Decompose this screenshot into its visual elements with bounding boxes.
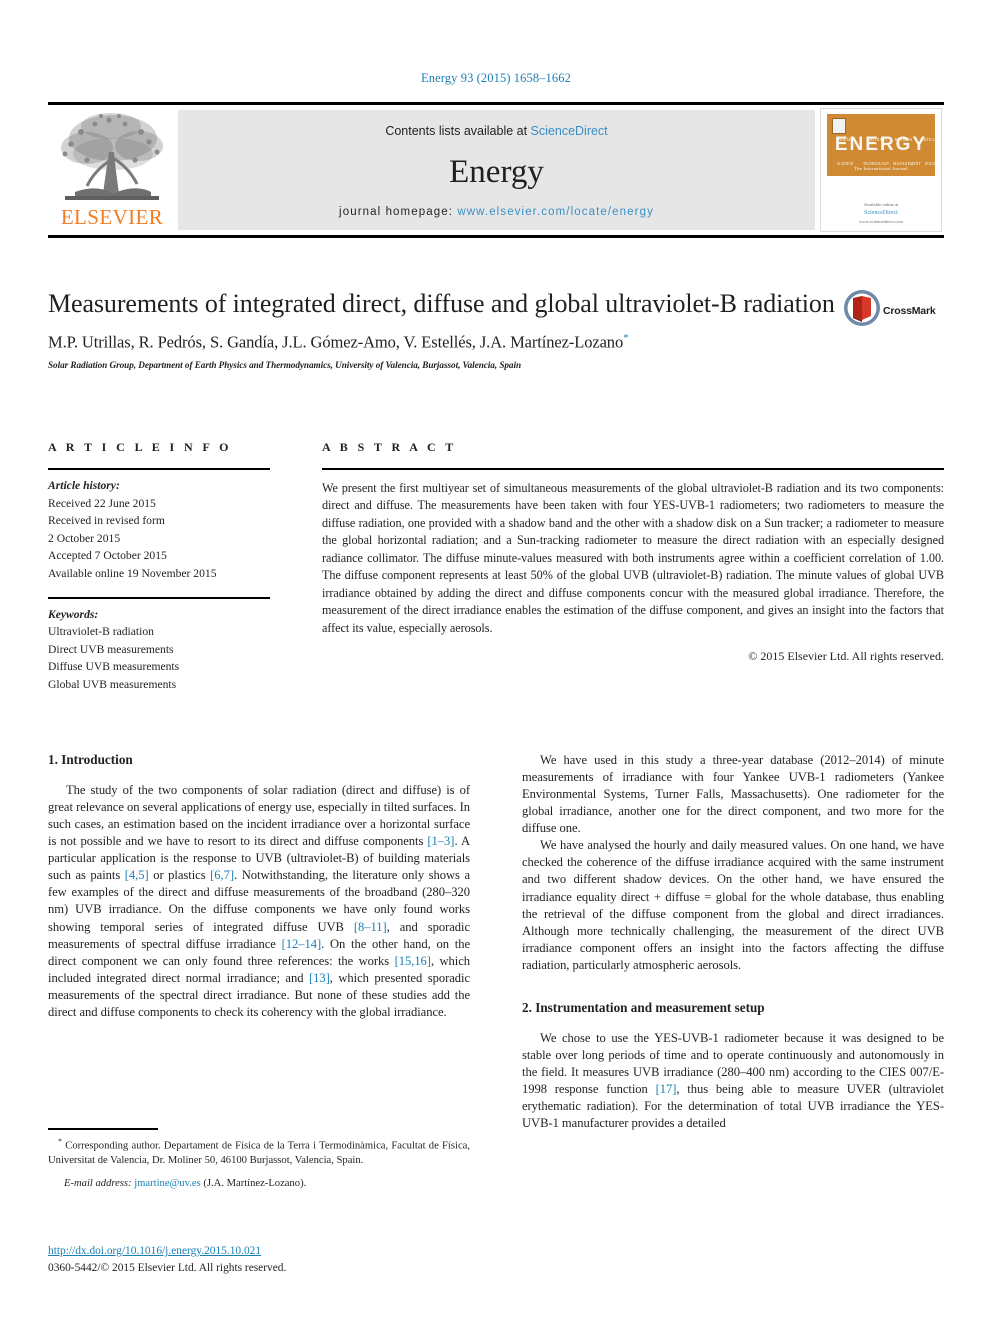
keywords-block: Keywords: Ultraviolet-B radiation Direct…: [48, 599, 270, 694]
section-heading-introduction: 1. Introduction: [48, 752, 133, 767]
right-paragraph-2: We have analysed the hourly and daily me…: [522, 838, 944, 972]
email-note: E-mail address: jmartine@uv.es (J.A. Mar…: [48, 1177, 470, 1192]
title-block: Measurements of integrated direct, diffu…: [48, 288, 838, 370]
affiliation: Solar Radiation Group, Department of Ear…: [48, 359, 522, 370]
body-column-left: 1. Introduction The study of the two com…: [48, 752, 470, 1021]
email-link[interactable]: jmartine@uv.es: [134, 1178, 200, 1189]
cover-footer: Available online at ScienceDirect www.sc…: [827, 201, 935, 225]
author-names: M.P. Utrillas, R. Pedrós, S. Gandía, J.L…: [48, 332, 624, 352]
keyword-item: Ultraviolet-B radiation: [48, 625, 154, 639]
citation-link[interactable]: [13]: [309, 971, 330, 985]
history-item: 2 October 2015: [48, 531, 121, 545]
abstract-text: We present the first multiyear set of si…: [322, 481, 944, 635]
setup-paragraph: We chose to use the YES-UVB-1 radiometer…: [522, 1030, 944, 1132]
crossmark-badge[interactable]: CrossMark: [843, 289, 936, 335]
homepage-url-link[interactable]: www.elsevier.com/locate/energy: [457, 206, 654, 218]
author-list: M.P. Utrillas, R. Pedrós, S. Gandía, J.L…: [48, 332, 838, 353]
email-label: E-mail address:: [64, 1177, 132, 1189]
elsevier-wordmark: ELSEVIER: [60, 205, 164, 229]
history-item: Available online 19 November 2015: [48, 567, 217, 581]
history-item: Accepted 7 October 2015: [48, 549, 167, 563]
right-paragraph-1: We have used in this study a three-year …: [522, 753, 944, 836]
journal-title: Energy: [449, 154, 544, 190]
masthead-rule-bottom: [48, 235, 944, 238]
paper-page: Energy 93 (2015) 1658–1662 ELSEVIER Cont…: [0, 0, 992, 1323]
elsevier-logo: ELSEVIER: [51, 108, 173, 232]
abstract-copyright: © 2015 Elsevier Ltd. All rights reserved…: [748, 648, 944, 663]
keyword-item: Direct UVB measurements: [48, 642, 174, 656]
footnote-rule: [48, 1128, 158, 1130]
keyword-item: Diffuse UVB measurements: [48, 660, 180, 674]
intro-text-a: The study of the two components of solar…: [48, 783, 470, 849]
page-title: Measurements of integrated direct, diffu…: [48, 289, 835, 318]
contents-prefix: Contents lists available at: [385, 124, 531, 138]
citation-link[interactable]: [17]: [656, 1082, 677, 1096]
sciencedirect-link[interactable]: ScienceDirect: [531, 124, 608, 138]
crossmark-icon: [844, 290, 880, 326]
intro-paragraph: The study of the two components of solar…: [48, 782, 470, 1021]
article-history-label: Article history:: [48, 479, 120, 492]
footnote-block: * Corresponding author. Departament de F…: [48, 1128, 470, 1192]
corresponding-author-marker: *: [623, 332, 629, 345]
journal-band: Contents lists available at ScienceDirec…: [178, 110, 815, 230]
cover-footer-line1: Available online at: [863, 202, 899, 208]
citation-link[interactable]: [1–3]: [427, 834, 454, 848]
issn-copyright: 0360-5442/© 2015 Elsevier Ltd. All right…: [48, 1262, 287, 1275]
homepage-prefix: journal homepage:: [339, 206, 458, 218]
journal-masthead: ELSEVIER Contents lists available at Sci…: [48, 102, 944, 238]
body-column-right: We have used in this study a three-year …: [522, 752, 944, 1132]
masthead-rule-top: [48, 102, 944, 105]
cover-footer-line2: ScienceDirect: [864, 209, 898, 216]
cover-footer-line3: www.sciencedirect.com: [859, 218, 903, 224]
elsevier-tree-icon: [61, 113, 163, 200]
citation-link[interactable]: [8–11]: [354, 920, 387, 934]
citation-link[interactable]: [4,5]: [125, 868, 149, 882]
cover-top-panel: INDEXED ABSTRACT REVIEWS ARTICLES ENERGY…: [827, 114, 939, 176]
article-info-heading: A R T I C L E I N F O: [48, 440, 232, 454]
footer-doi-block: http://dx.doi.org/10.1016/j.energy.2015.…: [48, 1243, 470, 1277]
article-history: Article history: Received 22 June 2015 R…: [48, 470, 270, 583]
homepage-line: journal homepage: www.elsevier.com/locat…: [178, 206, 815, 218]
journal-cover-thumbnail: INDEXED ABSTRACT REVIEWS ARTICLES ENERGY…: [820, 108, 942, 232]
cover-logo-box: [832, 118, 846, 134]
cover-subtitle: The International Journal: [854, 166, 908, 171]
abstract-column: A B S T R A C T We present the first mul…: [322, 440, 944, 664]
abstract-heading: A B S T R A C T: [322, 440, 457, 454]
intro-text-c: or plastics: [148, 868, 211, 883]
corresponding-author-note: * Corresponding author. Departament de F…: [48, 1136, 470, 1169]
crossmark-label: CrossMark: [883, 305, 936, 317]
history-item: Received in revised form: [48, 514, 165, 528]
contents-line: Contents lists available at ScienceDirec…: [178, 124, 815, 138]
article-info-column: A R T I C L E I N F O Article history: R…: [48, 440, 270, 694]
citation-link[interactable]: [12–14]: [282, 937, 322, 951]
citation-link[interactable]: [6,7]: [210, 868, 234, 882]
section-heading-instrumentation: 2. Instrumentation and measurement setup: [522, 999, 765, 1015]
doi-link[interactable]: http://dx.doi.org/10.1016/j.energy.2015.…: [48, 1243, 470, 1260]
cover-title: ENERGY: [834, 134, 928, 155]
footnote-text: Corresponding author. Departament de Fís…: [48, 1140, 470, 1166]
running-head: Energy 93 (2015) 1658–1662: [421, 71, 571, 85]
history-item: Received 22 June 2015: [48, 496, 156, 510]
keywords-label: Keywords:: [48, 607, 99, 621]
citation-link[interactable]: [15,16]: [395, 954, 431, 968]
email-owner: (J.A. Martínez-Lozano).: [203, 1177, 307, 1189]
keyword-item: Global UVB measurements: [48, 678, 177, 692]
